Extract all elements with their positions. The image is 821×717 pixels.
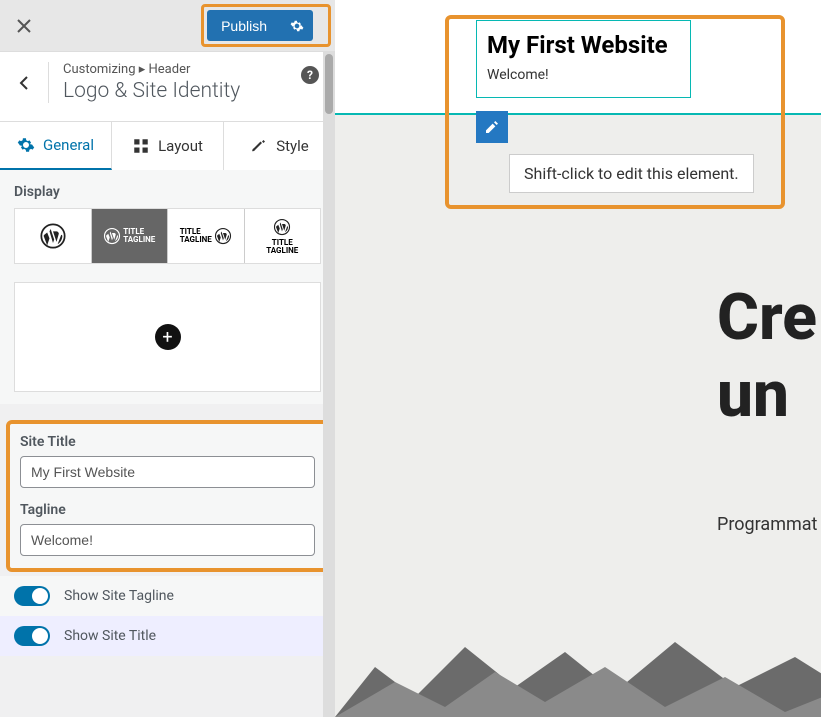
edit-shortcut-button[interactable] <box>476 111 508 143</box>
publish-button[interactable]: Publish <box>207 10 281 41</box>
brush-icon <box>250 137 268 155</box>
back-button[interactable] <box>0 73 48 93</box>
display-options: TITLETAGLINE TITLETAGLINE TITLETAGLINE <box>14 208 321 264</box>
site-title-input[interactable] <box>20 456 315 488</box>
display-label: Display <box>14 184 321 200</box>
edit-tooltip: Shift-click to edit this element. <box>509 154 754 193</box>
site-title-label: Site Title <box>20 434 315 450</box>
tab-label: General <box>43 136 94 154</box>
preview-site-identity[interactable]: My First Website Welcome! <box>476 20 691 98</box>
mountain-image <box>335 637 821 717</box>
gear-icon <box>17 136 35 154</box>
tab-general[interactable]: General <box>0 122 112 170</box>
close-customizer-button[interactable] <box>0 0 48 52</box>
breadcrumb-row: Customizing ▸ Header Logo & Site Identit… <box>0 52 335 122</box>
plus-icon: + <box>155 324 181 350</box>
hero-subtext: Programmat <box>717 514 817 535</box>
customizer-topbar: Publish <box>0 0 335 52</box>
preview-site-title: My First Website <box>487 31 680 59</box>
page-title: Logo & Site Identity <box>63 79 319 103</box>
publish-highlight: Publish <box>201 4 331 47</box>
identity-highlight: Site Title Tagline <box>6 420 329 572</box>
tab-label: Style <box>276 137 309 155</box>
display-opt-logo-title-stacked[interactable]: TITLETAGLINE <box>245 209 321 263</box>
tab-style[interactable]: Style <box>224 122 335 170</box>
display-section: Display TITLETAGLINE TITLETAGLINE TITLET… <box>0 170 335 404</box>
tagline-input[interactable] <box>20 524 315 556</box>
wordpress-icon <box>103 227 121 245</box>
wordpress-icon <box>39 222 67 250</box>
show-title-row: Show Site Title <box>0 616 335 656</box>
x-icon <box>17 19 31 33</box>
publish-settings-button[interactable] <box>281 10 313 41</box>
tab-label: Layout <box>158 137 203 155</box>
display-opt-title-logo-inline[interactable]: TITLETAGLINE <box>168 209 245 263</box>
show-tagline-label: Show Site Tagline <box>64 588 174 604</box>
show-tagline-row: Show Site Tagline <box>0 576 335 616</box>
help-button[interactable]: ? <box>301 66 319 84</box>
show-title-toggle[interactable] <box>14 626 50 646</box>
hero-heading: Creun <box>717 280 817 434</box>
breadcrumb-path: Customizing ▸ Header <box>63 62 319 77</box>
chevron-left-icon <box>14 73 34 93</box>
show-tagline-toggle[interactable] <box>14 586 50 606</box>
pencil-icon <box>484 119 500 135</box>
tab-layout[interactable]: Layout <box>112 122 224 170</box>
preview-pane: My First Website Welcome! Shift-click to… <box>335 0 821 717</box>
customizer-tabs: General Layout Style <box>0 122 335 170</box>
gear-icon <box>290 19 304 33</box>
display-opt-logo-title-inline[interactable]: TITLETAGLINE <box>92 209 169 263</box>
display-opt-logo[interactable] <box>15 209 92 263</box>
layout-icon <box>132 137 150 155</box>
show-title-label: Show Site Title <box>64 628 156 644</box>
tagline-label: Tagline <box>20 502 315 518</box>
logo-upload-box[interactable]: + <box>14 282 321 392</box>
wordpress-icon <box>273 218 291 236</box>
preview-tagline: Welcome! <box>487 67 680 83</box>
sidebar-scrollbar[interactable] <box>323 52 335 717</box>
wordpress-icon <box>214 227 232 245</box>
